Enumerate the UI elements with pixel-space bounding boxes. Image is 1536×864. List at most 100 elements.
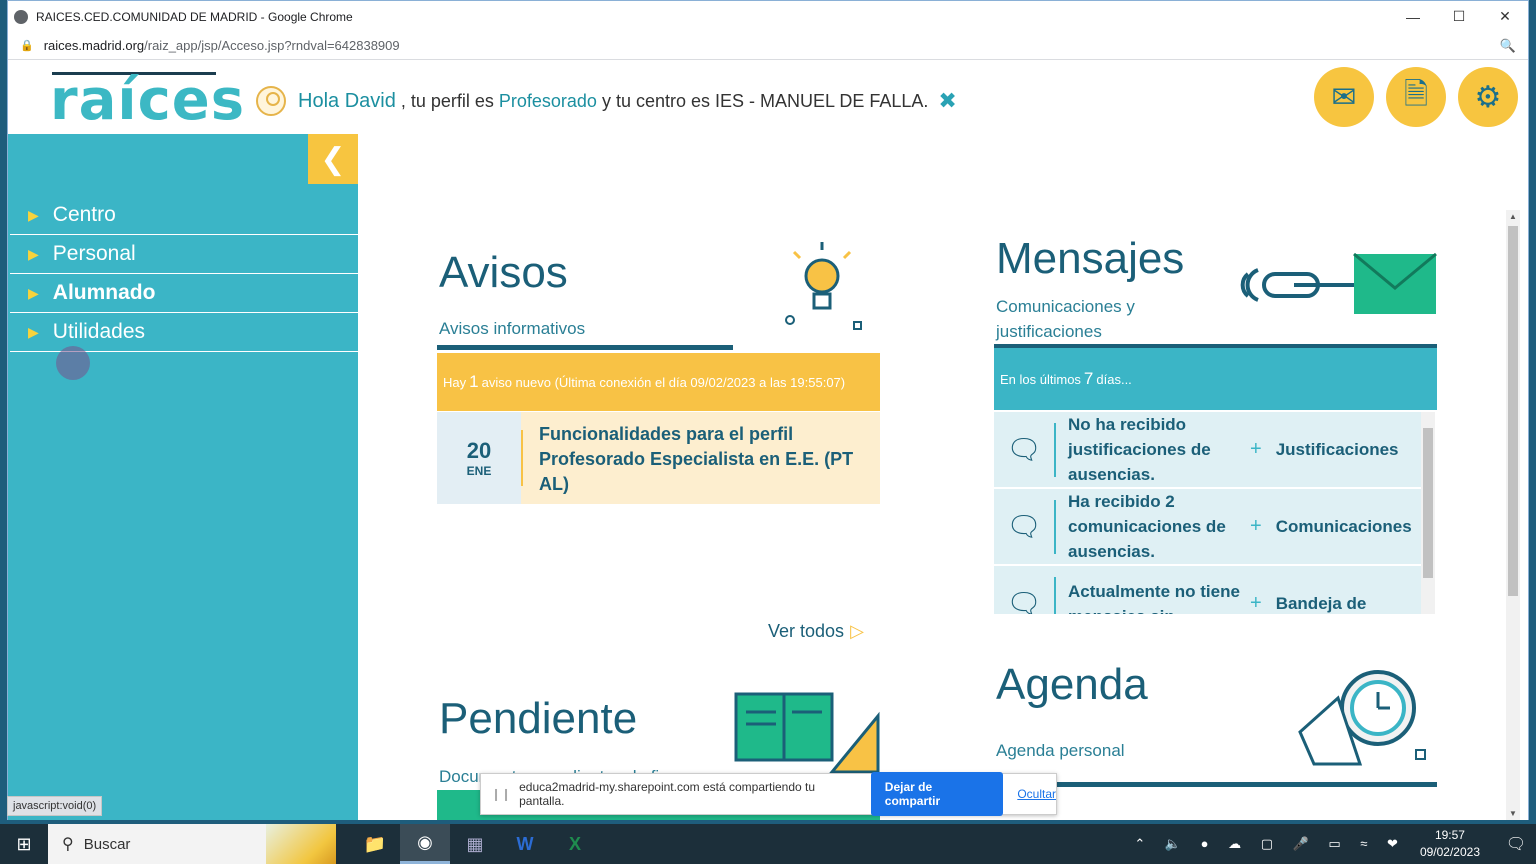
address-bar[interactable]: 🔒 raices.madrid.org/raiz_app/jsp/Acceso.…	[8, 32, 1528, 60]
avisos-subtitle: Avisos informativos	[439, 319, 586, 338]
clock-date: 09/02/2023	[1419, 845, 1480, 859]
envelope-icon[interactable]: ✉	[1314, 67, 1374, 127]
triangle-right-icon: ▶	[28, 245, 39, 262]
mensajes-scrollbar[interactable]	[1421, 412, 1435, 614]
greeting-hola: Hola David	[298, 89, 396, 112]
avisos-banner-post: aviso nuevo (Última conexión el día 09/0…	[481, 374, 846, 390]
agenda-title: Agenda	[996, 660, 1148, 709]
mensaje-text: Ha recibido 2 comunicaciones de ausencia…	[1068, 492, 1226, 561]
bandeja-link[interactable]: Bandeja de	[1276, 594, 1367, 614]
mensaje-text: Actualmente no tiene mensajes sin	[1068, 581, 1240, 615]
close-session-icon[interactable]: ✖	[938, 88, 956, 114]
mensajes-banner-post: días...	[1096, 371, 1132, 387]
close-icon[interactable]: ✕	[1482, 1, 1528, 32]
lightbulb-icon	[785, 242, 862, 330]
list-item: 🗨 No ha recibido justificaciones de ause…	[994, 412, 1421, 487]
list-item: 🗨 Ha recibido 2 comunicaciones de ausenc…	[994, 489, 1421, 564]
page-header: raíces Hola David , tu perfil es Profeso…	[8, 60, 1528, 134]
search-placeholder: Buscar	[83, 835, 131, 853]
sidebar-item-label: Personal	[52, 242, 136, 265]
sidebar-menu: ▶ Centro ▶ Personal ▶ Alumnado ▶ Utilida…	[10, 196, 358, 352]
file-explorer-icon[interactable]: 📁	[350, 824, 400, 864]
profile-name[interactable]: Profesorado	[499, 91, 597, 112]
drag-handle-icon[interactable]: ❙❙	[491, 787, 511, 801]
title-bar: RAICES.CED.COMUNIDAD DE MADRID - Google …	[8, 1, 1528, 32]
plus-icon[interactable]: +	[1250, 438, 1262, 461]
ver-todos-link[interactable]: Ver todos ▷	[768, 621, 864, 642]
maximize-icon[interactable]: ☐	[1436, 1, 1482, 32]
clock-time: 19:57	[1434, 828, 1465, 842]
window-title: RAICES.CED.COMUNIDAD DE MADRID - Google …	[36, 9, 353, 24]
collapse-sidebar-button[interactable]: ❮	[308, 134, 358, 184]
raices-logo[interactable]: raíces	[50, 68, 244, 133]
settings-icon[interactable]: ⚙	[1458, 67, 1518, 127]
mouse-cursor-highlight	[56, 346, 90, 380]
aviso-item[interactable]: 20 ENE Funcionalidades para el perfil Pr…	[437, 412, 880, 504]
search-icon: ⚲	[62, 836, 74, 853]
pendiente-title: Pendiente	[439, 694, 638, 743]
aviso-day: 20	[466, 438, 492, 463]
page-scrollbar[interactable]: ▲ ▼	[1506, 210, 1520, 820]
greeting: Hola David , tu perfil es Profesorado y …	[256, 86, 957, 116]
scroll-up-icon[interactable]: ▲	[1506, 212, 1520, 221]
notifications-icon[interactable]: 🗨	[1496, 834, 1536, 854]
sidebar-item-centro[interactable]: ▶ Centro	[10, 196, 358, 235]
browser-window: RAICES.CED.COMUNIDAD DE MADRID - Google …	[7, 0, 1529, 820]
lock-icon[interactable]: 🔒	[20, 39, 34, 52]
envelope-chain-icon	[1240, 252, 1437, 314]
aviso-month: ENE	[466, 464, 492, 478]
sidebar-item-alumnado[interactable]: ▶ Alumnado	[10, 274, 358, 313]
chrome-icon[interactable]: ◉	[400, 824, 450, 864]
system-tray: ⌃ 🔈 ● ☁ ▢ 🎤 ▭ ≈ ❤ 19:57 09/02/2023 🗨	[1134, 824, 1536, 864]
aviso-date: 20 ENE	[437, 412, 521, 504]
avisos-title: Avisos	[439, 248, 568, 297]
clock[interactable]: 19:57 09/02/2023	[1420, 827, 1480, 861]
aviso-text: Funcionalidades para el perfil Profesora…	[539, 424, 854, 494]
search-highlight-image	[266, 824, 336, 864]
mensajes-subtitle: Comunicaciones y justificaciones	[996, 297, 1135, 341]
avisos-banner-pre: Hay	[443, 374, 467, 390]
stop-sharing-button[interactable]: Dejar de compartir	[870, 772, 1004, 816]
share-text: educa2madrid-my.sharepoint.com está comp…	[519, 780, 816, 808]
mensajes-banner-count: 7	[1083, 369, 1094, 388]
logo-text: raíces	[50, 68, 246, 133]
taskbar: ⊞ ⚲ Buscar 📁 ◉ ▦ W X ⌃ 🔈 ● ☁ ▢ 🎤 ▭ ≈ ❤ 1…	[0, 824, 1536, 864]
avisos-banner-count: 1	[469, 372, 479, 391]
mensajes-list[interactable]: 🗨 No ha recibido justificaciones de ause…	[994, 412, 1437, 614]
hide-link[interactable]: Ocultar	[1017, 787, 1056, 801]
word-icon[interactable]: W	[500, 824, 550, 864]
comunicaciones-link[interactable]: Comunicaciones	[1276, 517, 1412, 537]
url-domain: raices.madrid.org	[43, 38, 145, 53]
avisos-banner: Hay 1 aviso nuevo (Última conexión el dí…	[437, 353, 880, 411]
triangle-right-icon: ▶	[28, 323, 39, 340]
sidebar-item-personal[interactable]: ▶ Personal	[10, 235, 358, 274]
justificaciones-link[interactable]: Justificaciones	[1276, 440, 1399, 460]
screen-share-popup: ❙❙ educa2madrid-my.sharepoint.com está c…	[480, 772, 1057, 816]
greeting-end: y tu centro es IES - MANUEL DE FALLA.	[601, 90, 929, 111]
triangle-right-icon: ▶	[28, 206, 39, 223]
clock-icon	[1298, 670, 1426, 766]
url-text[interactable]: raices.madrid.org/raiz_app/jsp/Acceso.js…	[44, 38, 400, 53]
taskbar-search[interactable]: ⚲ Buscar	[48, 824, 336, 864]
plus-icon[interactable]: +	[1250, 592, 1262, 614]
calculator-icon[interactable]: ▦	[450, 824, 500, 864]
chat-icon: 🗨	[1006, 434, 1042, 465]
book-pencil-icon	[734, 692, 880, 774]
avisos-divider	[437, 345, 733, 350]
minimize-icon[interactable]: —	[1390, 1, 1436, 32]
sidebar-item-utilidades[interactable]: ▶ Utilidades	[10, 313, 358, 352]
url-path: /raiz_app/jsp/Acceso.jsp?rndval=64283890…	[144, 38, 400, 53]
plus-icon[interactable]: +	[1250, 515, 1262, 538]
chat-icon: 🗨	[1006, 511, 1042, 542]
agenda-subtitle: Agenda personal	[996, 741, 1125, 760]
zoom-icon[interactable]: 🔍	[1500, 38, 1516, 54]
documents-icon[interactable]: 🗎	[1386, 67, 1446, 127]
tray-icons[interactable]: ⌃ 🔈 ● ☁ ▢ 🎤 ▭ ≈ ❤	[1134, 836, 1406, 852]
mensajes-banner-pre: En los últimos	[1000, 371, 1081, 387]
sidebar-item-label: Centro	[52, 203, 116, 226]
sidebar-item-label: Alumnado	[52, 281, 156, 304]
windows-start-icon[interactable]: ⊞	[0, 824, 48, 864]
scroll-down-icon[interactable]: ▼	[1506, 809, 1520, 818]
excel-icon[interactable]: X	[550, 824, 600, 864]
status-bar: javascript:void(0)	[7, 796, 103, 816]
